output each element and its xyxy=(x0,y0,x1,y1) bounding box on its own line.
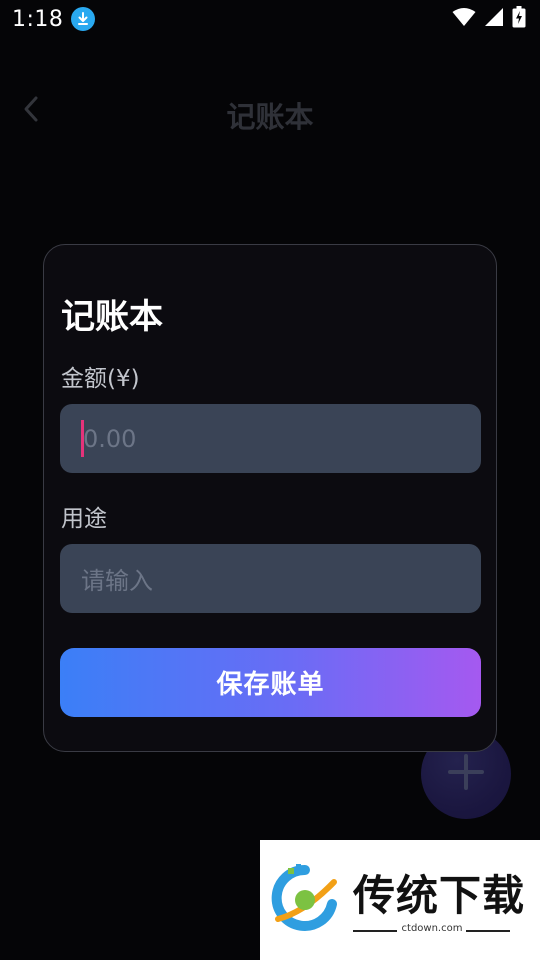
watermark: 传统下载 ctdown.com xyxy=(260,840,540,960)
status-right xyxy=(452,6,526,32)
watermark-title: 传统下载 xyxy=(353,871,526,920)
signal-icon xyxy=(484,7,504,31)
amount-placeholder: 0.00 xyxy=(83,424,137,453)
save-button[interactable]: 保存账单 xyxy=(60,648,481,717)
download-icon xyxy=(71,7,96,31)
page-title: 记账本 xyxy=(226,100,314,134)
watermark-divider-left xyxy=(353,930,397,932)
amount-label: 金额(¥) xyxy=(61,366,140,392)
app-bar: 记账本 xyxy=(0,80,540,144)
add-record-dialog: 记账本 金额(¥) 0.00 用途 请输入 保存账单 xyxy=(43,244,497,752)
plus-icon xyxy=(447,753,485,795)
wifi-icon xyxy=(452,7,476,31)
purpose-input[interactable]: 请输入 xyxy=(60,544,481,613)
status-left: 1:18 xyxy=(12,6,96,32)
status-time: 1:18 xyxy=(12,6,64,32)
battery-charging-icon xyxy=(512,6,526,32)
amount-input[interactable]: 0.00 xyxy=(60,404,481,473)
purpose-placeholder: 请输入 xyxy=(81,567,153,595)
dialog-title: 记账本 xyxy=(61,297,163,337)
ctdown-logo-icon xyxy=(270,864,340,934)
watermark-url: ctdown.com xyxy=(401,923,463,934)
status-bar: 1:18 xyxy=(0,0,540,38)
watermark-divider-right xyxy=(466,930,510,932)
purpose-label: 用途 xyxy=(61,506,107,532)
